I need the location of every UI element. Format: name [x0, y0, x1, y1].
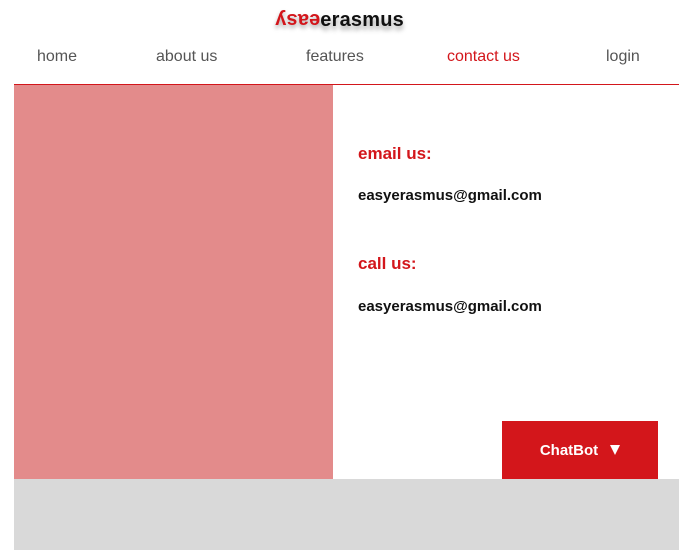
email-address[interactable]: easyerasmus@gmail.com — [358, 187, 542, 204]
chatbot-button[interactable]: ChatBot — [502, 421, 658, 479]
page: easyerasmus home about us features conta… — [0, 0, 679, 550]
contact-image-placeholder — [14, 85, 333, 479]
nav-login-link[interactable]: login — [606, 48, 640, 66]
footer — [14, 479, 679, 550]
chatbot-label: ChatBot — [539, 441, 599, 459]
main-nav: home about us features contact us login — [0, 48, 679, 70]
caret-down-icon — [610, 445, 621, 455]
nav-features-link[interactable]: features — [306, 48, 364, 66]
call-contact-value[interactable]: easyerasmus@gmail.com — [358, 298, 542, 315]
email-us-heading: email us: — [358, 144, 432, 163]
nav-about-us-link[interactable]: about us — [156, 48, 217, 66]
site-logo[interactable]: easyerasmus — [0, 8, 679, 32]
nav-contact-us-link[interactable]: contact us — [447, 48, 520, 66]
call-us-heading: call us: — [358, 254, 417, 273]
nav-home-link[interactable]: home — [37, 48, 77, 66]
logo-easy-text: easy — [275, 9, 321, 31]
logo-erasmus-text: erasmus — [320, 9, 404, 31]
